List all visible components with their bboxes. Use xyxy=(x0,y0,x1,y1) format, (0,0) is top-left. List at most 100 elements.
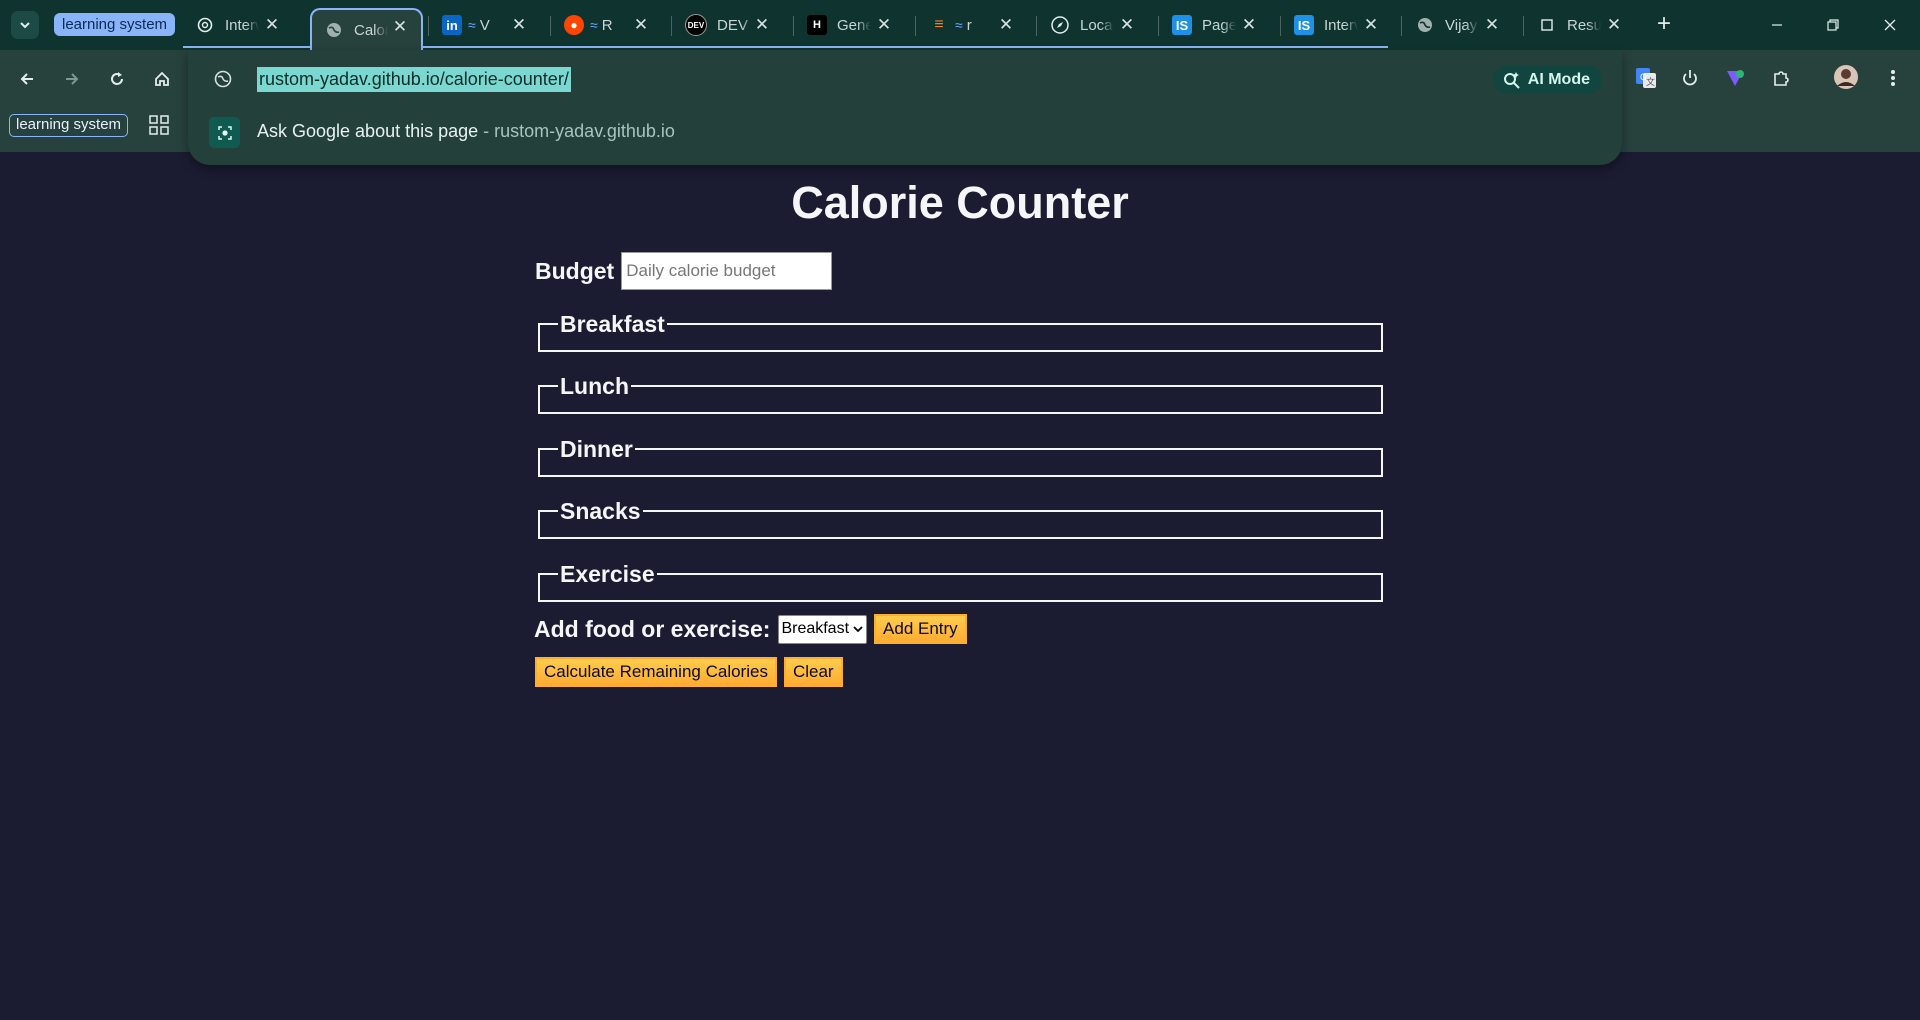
home-button[interactable] xyxy=(145,62,179,96)
ai-mode-button[interactable]: AI Mode xyxy=(1492,65,1602,94)
budget-input[interactable] xyxy=(621,252,833,290)
back-button[interactable] xyxy=(10,62,44,96)
tab-title: R xyxy=(601,16,613,34)
calculate-button[interactable]: Calculate Remaining Calories xyxy=(535,657,777,687)
close-icon[interactable]: ✕ xyxy=(263,16,281,34)
shield-extension-icon[interactable] xyxy=(1720,63,1750,93)
site-info-icon[interactable] xyxy=(213,69,233,89)
fieldset-lunch: Lunch xyxy=(538,373,1383,414)
suggestion-separator: - xyxy=(478,121,495,141)
legend-snacks: Snacks xyxy=(560,498,641,524)
close-icon[interactable]: ✕ xyxy=(753,16,771,34)
wave-icon: ≈ xyxy=(955,17,963,33)
tab-linkedin[interactable]: in ≈ V ✕ xyxy=(430,8,540,42)
close-icon[interactable]: ✕ xyxy=(632,16,650,34)
suggestion-ask-google[interactable]: Ask Google about this page - rustom-yada… xyxy=(188,110,1622,154)
tab-resume[interactable]: Resume ✕ xyxy=(1525,8,1635,42)
entry-type-value: Breakfast xyxy=(781,620,850,637)
bookmark-group-learning-system[interactable]: learning system xyxy=(9,114,129,137)
tab-page[interactable]: IS Page ✕ xyxy=(1160,8,1270,42)
tab-title: Interview xyxy=(225,16,259,34)
close-icon[interactable]: ✕ xyxy=(1118,16,1136,34)
dev-icon: DEV xyxy=(685,14,707,36)
close-icon[interactable]: ✕ xyxy=(875,16,893,34)
reload-icon xyxy=(111,72,123,85)
close-icon[interactable]: ✕ xyxy=(1362,16,1380,34)
globe-icon xyxy=(324,20,344,40)
globe-icon xyxy=(1415,15,1435,35)
ai-mode-label: AI Mode xyxy=(1527,70,1590,88)
tab-title: DEV xyxy=(717,16,748,34)
tab-stackoverflow[interactable]: ≡ ≈ r ✕ xyxy=(917,8,1027,42)
close-icon[interactable]: ✕ xyxy=(997,16,1015,34)
tab-general[interactable]: H General ✕ xyxy=(795,8,905,42)
tab-interview[interactable]: Interview ✕ xyxy=(183,8,293,42)
minimize-button[interactable] xyxy=(1757,8,1797,42)
address-bar-input[interactable]: rustom-yadav.github.io/calorie-counter/ xyxy=(257,67,571,92)
tab-vijay[interactable]: Vijay ✕ xyxy=(1403,8,1513,42)
fieldset-breakfast: Breakfast xyxy=(538,311,1383,352)
close-icon[interactable]: ✕ xyxy=(1483,16,1501,34)
power-icon[interactable] xyxy=(1675,63,1705,93)
tab-separator xyxy=(1158,16,1159,36)
wave-icon: ≈ xyxy=(590,17,598,33)
legend-breakfast: Breakfast xyxy=(560,311,665,337)
openai-icon xyxy=(195,15,215,35)
fieldset-snacks: Snacks xyxy=(538,498,1383,539)
suggestion-domain: rustom-yadav.github.io xyxy=(494,121,675,141)
tab-separator xyxy=(1036,16,1037,36)
tab-separator xyxy=(1401,16,1402,36)
tab-title: r xyxy=(966,16,972,34)
tab-title: Page xyxy=(1202,16,1236,34)
tab-separator xyxy=(915,16,916,36)
actions-row: Calculate Remaining Calories Clear xyxy=(535,657,843,687)
clear-button[interactable]: Clear xyxy=(783,657,843,687)
close-icon[interactable]: ✕ xyxy=(1240,16,1258,34)
tab-title: V xyxy=(479,16,490,34)
tab-group-underline xyxy=(423,46,1388,48)
svg-text:文: 文 xyxy=(1646,76,1655,87)
google-lens-icon xyxy=(209,117,240,148)
sparkle-search-icon xyxy=(1503,71,1520,89)
arrow-left-icon xyxy=(20,73,33,85)
add-entry-button[interactable]: Add Entry xyxy=(874,614,967,644)
hashnode-icon: H xyxy=(807,15,827,35)
page-content: Calorie Counter Budget Breakfast Lunch D… xyxy=(0,152,1920,1020)
tab-group-underline xyxy=(183,46,310,48)
reload-button[interactable] xyxy=(100,62,134,96)
tab-calorie-counter[interactable]: Calorie Counter ✕ xyxy=(310,8,423,50)
tab-dev[interactable]: DEV DEV ✕ xyxy=(673,8,783,42)
is-icon: IS xyxy=(1294,15,1314,35)
close-icon[interactable]: ✕ xyxy=(391,18,409,36)
close-window-button[interactable] xyxy=(1870,8,1910,42)
tab-group-chip[interactable]: learning system xyxy=(54,13,176,36)
menu-kebab-icon[interactable] xyxy=(1878,63,1908,93)
tab-separator xyxy=(1523,16,1524,36)
forward-button[interactable] xyxy=(55,62,89,96)
profile-avatar[interactable] xyxy=(1831,62,1861,92)
legend-lunch: Lunch xyxy=(560,373,629,399)
tab-title: Vijay xyxy=(1445,16,1478,34)
tab-reddit[interactable]: ● ≈ R ✕ xyxy=(552,8,662,42)
restore-button[interactable] xyxy=(1813,8,1853,42)
new-tab-button[interactable]: + xyxy=(1650,10,1678,38)
close-icon[interactable]: ✕ xyxy=(1605,16,1623,34)
tab-title: Interview xyxy=(1324,16,1358,34)
arrow-right-icon xyxy=(66,73,79,85)
add-entry-label: Add food or exercise: xyxy=(534,615,771,642)
apps-grid-icon[interactable] xyxy=(148,114,170,136)
google-translate-icon[interactable]: G文 xyxy=(1631,63,1661,93)
tab-title: Resume xyxy=(1567,16,1601,34)
close-icon[interactable]: ✕ xyxy=(510,16,528,34)
tab-search-button[interactable] xyxy=(11,11,39,39)
entry-type-select[interactable]: Breakfast xyxy=(778,614,868,644)
reddit-icon: ● xyxy=(564,15,584,35)
tab-separator xyxy=(793,16,794,36)
budget-label: Budget xyxy=(535,257,615,284)
tab-interview-2[interactable]: IS Interview ✕ xyxy=(1282,8,1392,42)
doc-icon xyxy=(1537,15,1557,35)
tab-separator xyxy=(550,16,551,36)
tab-local[interactable]: Local ✕ xyxy=(1038,8,1148,42)
tab-separator xyxy=(671,16,672,36)
extensions-puzzle-icon[interactable] xyxy=(1766,63,1796,93)
